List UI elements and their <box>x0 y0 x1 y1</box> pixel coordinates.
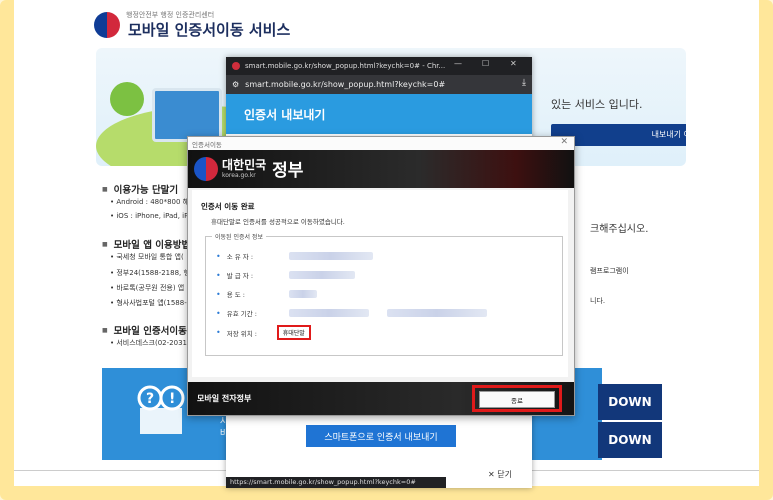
minimize-icon[interactable]: — <box>454 59 462 68</box>
redacted-value <box>386 309 487 317</box>
cert-move-dialog: 인증서이동 ✕ 대한민국 korea.go.kr 정부 인증서 이동 완료 휴대… <box>187 136 575 416</box>
info-legend: 이동된 인증서 정보 <box>212 232 266 241</box>
section-devices-title: 이용가능 단말기 <box>102 182 179 196</box>
list-item: 서비스데스크(02-2031- <box>110 338 189 348</box>
close-icon[interactable]: ✕ <box>510 59 517 68</box>
export-to-phone-button[interactable]: 스마트폰으로 인증서 내보내기 <box>306 425 456 447</box>
taegeuk-logo-icon <box>194 156 218 181</box>
down-button[interactable]: DOWN <box>598 422 662 458</box>
redacted-value <box>288 252 373 260</box>
section-move-title: 모바일 인증서이동 <box>102 323 187 337</box>
redacted-value <box>288 290 317 298</box>
dialog-content: 인증서 이동 완료 휴대단말로 인증서를 성공적으로 이동하였습니다. 이동된 … <box>192 190 568 377</box>
exit-button[interactable]: 종료 <box>479 391 555 408</box>
popup-close-link[interactable]: ✕ 닫기 <box>488 469 512 480</box>
list-item: 정부24(1588-2188, 행정 <box>110 268 196 278</box>
close-icon[interactable]: ✕ <box>560 137 568 147</box>
right-text: 크해주십시오. <box>590 224 649 235</box>
section-app-title: 모바일 앱 이용방법 <box>102 237 191 251</box>
info-label: 저장 위치 : <box>226 329 257 338</box>
gov-brand: 대한민국 korea.go.kr 정부 <box>194 156 303 181</box>
popup-titlebar: smart.mobile.go.kr/show_popup.html?keych… <box>226 57 532 75</box>
done-message: 휴대단말로 인증서를 성공적으로 이동하였습니다. <box>211 218 345 226</box>
list-item: 형사사법포털 앱(1588- <box>110 298 186 308</box>
redacted-value <box>288 309 369 317</box>
list-item: 바로톡(공무원 전용) 앱 <box>110 283 184 293</box>
dialog-title: 인증서이동 <box>192 140 222 149</box>
popup-url[interactable]: smart.mobile.go.kr/show_popup.html?keych… <box>245 80 445 89</box>
footer-label: 모바일 전자정부 <box>197 394 252 403</box>
site-title: 모바일 인증서이동 서비스 <box>128 20 291 39</box>
tree-icon <box>110 82 144 116</box>
gov-banner: 대한민국 korea.go.kr 정부 <box>188 150 574 188</box>
download-icon[interactable]: ⤓ <box>522 78 526 88</box>
list-item: iOS : iPhone, iPad, iP <box>110 212 188 220</box>
info-label: 유효 기간 : <box>226 310 257 318</box>
info-row-owner: 소 유 자 : <box>216 251 373 261</box>
popup-header: 인증서 내보내기 <box>226 94 532 134</box>
list-item: 국세청 모바일 통합 앱( <box>110 252 183 262</box>
svg-text:?: ? <box>146 391 154 407</box>
status-url: https://smart.mobile.go.kr/show_popup.ht… <box>226 477 446 488</box>
cert-info-box: 이동된 인증서 정보 소 유 자 : 발 급 자 : 용 도 : 유효 기간 :… <box>205 232 563 356</box>
right-text: 램프로그램이 <box>590 267 629 275</box>
info-row-usage: 용 도 : <box>216 289 317 299</box>
popup-window-title: smart.mobile.go.kr/show_popup.html?keych… <box>245 62 446 70</box>
info-row-issuer: 발 급 자 : <box>216 270 355 280</box>
list-item: Android : 480*800 해상 <box>110 197 195 207</box>
dialog-footer: 모바일 전자정부 종료 <box>188 382 574 415</box>
info-row-validity: 유효 기간 : <box>216 308 487 318</box>
site-subtitle: 행정안전부 행정 인증관리센터 <box>126 11 215 19</box>
site-info-icon[interactable]: ⚙ <box>232 80 239 89</box>
svg-text:!: ! <box>169 391 175 407</box>
info-label: 발 급 자 : <box>226 272 254 280</box>
favicon-icon <box>232 62 240 70</box>
info-label: 소 유 자 : <box>226 253 254 261</box>
maximize-icon[interactable]: ☐ <box>482 59 489 68</box>
taegeuk-logo-icon <box>94 12 120 38</box>
storage-location-value: 휴대단말 <box>276 325 311 340</box>
right-text: 니다. <box>590 297 606 305</box>
monitor-icon <box>152 88 222 142</box>
brand-government: 정부 <box>272 161 304 181</box>
redacted-value <box>288 271 355 279</box>
hero-text: 있는 서비스 입니다. <box>551 98 643 111</box>
dialog-titlebar: 인증서이동 ✕ <box>188 137 574 150</box>
info-label: 용 도 : <box>226 291 246 299</box>
highlight-box: 종료 <box>472 385 562 412</box>
help-box-icon: ? ! <box>137 385 185 434</box>
done-title: 인증서 이동 완료 <box>201 202 255 211</box>
brand-domain: korea.go.kr <box>222 171 256 179</box>
down-button[interactable]: DOWN <box>598 384 662 420</box>
popup-addressbar: ⚙ smart.mobile.go.kr/show_popup.html?key… <box>226 75 532 94</box>
brand-korean: 대한민국 <box>222 157 267 172</box>
info-row-location: 저장 위치 : 휴대단말 <box>216 325 311 340</box>
